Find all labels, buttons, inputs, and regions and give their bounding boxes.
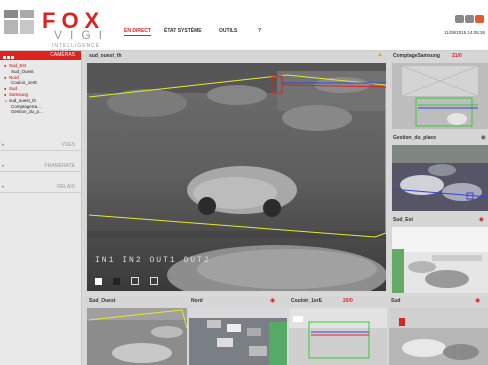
nord-video-feed[interactable]: [189, 308, 287, 365]
cameras-header[interactable]: CAMÉRAS: [0, 51, 81, 60]
top-bar: FOX VIGI INTELLIGENCE VIDEO EN DIRECT ÉT…: [0, 0, 488, 55]
camera-label: Couloir_1erE: [11, 80, 38, 86]
comptage-video-svg: [392, 63, 488, 129]
section-framerate[interactable]: ▸ FRAMERATE: [0, 161, 81, 172]
sidebar-item-gestion[interactable]: Gestion_du_p...: [4, 109, 81, 115]
main-camera-panel: sud_ouest_th ▲ IN1 IN2 OUT1 OUT2: [85, 51, 388, 293]
sud-video-feed[interactable]: [389, 308, 488, 365]
counter-label: IN: [95, 256, 109, 265]
sud-est-title: Sud_Est: [393, 217, 414, 223]
camera-icon: ◉: [478, 217, 484, 223]
minimize-icon[interactable]: [455, 15, 464, 23]
camera-label: Nord: [9, 74, 19, 80]
sud-est-video-svg: [392, 227, 488, 293]
gestion-video-svg: [392, 145, 488, 211]
camera-label: Sud_Est: [9, 63, 27, 68]
cameras-header-label: CAMÉRAS: [50, 52, 75, 58]
couloir-video-feed[interactable]: [289, 308, 387, 365]
counter-boxes: [95, 272, 158, 290]
camera-icon: ◉: [480, 135, 486, 141]
section-framerate-label: FRAMERATE: [44, 163, 75, 169]
brand-sub: VIGI: [54, 28, 111, 42]
comptage-title: ComptageSamsung: [393, 53, 440, 59]
camera-icon: ◉: [475, 298, 481, 304]
sud-title: Sud: [391, 298, 401, 304]
gestion-title: Gestion_du_place: [393, 135, 437, 141]
sidebar: CAMÉRAS ● Sud_Est Sud_Ouest ● Nord Couloir…: [0, 51, 82, 365]
camera-label: Samsung: [9, 91, 29, 97]
comptage-count: 21/0: [452, 53, 462, 59]
counter-label: OUT: [183, 256, 204, 265]
counter-label: IN: [122, 256, 136, 265]
datetime: 11/08/2015 14:05:36: [444, 30, 485, 35]
caret-icon: ▸: [2, 163, 5, 169]
right-column: ComptageSamsung 21/0 Gestion_du_place ◉ …: [390, 51, 488, 293]
sud-ouest-title: Sud_Ouest: [89, 298, 116, 304]
square-icon: [150, 277, 158, 285]
camera-tree: ● Sud_Est Sud_Ouest ● Nord Couloir_1erE ● S…: [0, 60, 81, 115]
nav-help[interactable]: ?: [258, 28, 261, 34]
camera-label: Sud_Ouest: [11, 68, 34, 74]
square-icon: [113, 278, 120, 285]
camera-label: Gestion_du_p...: [11, 109, 43, 115]
camera-icon: ◉: [270, 298, 276, 304]
nord-video-svg: [189, 308, 287, 365]
caret-icon: ▸: [2, 184, 5, 190]
sud-video-svg: [389, 308, 488, 365]
gestion-video-feed[interactable]: [392, 145, 488, 211]
warning-icon: ▲: [377, 52, 383, 58]
close-icon[interactable]: [475, 15, 484, 23]
grid-icon: [3, 54, 15, 63]
maximize-icon[interactable]: [465, 15, 474, 23]
nord-title: Nord: [191, 298, 203, 304]
nav-etat-systeme[interactable]: ÉTAT SYSTÈME: [164, 28, 202, 34]
main-video-feed[interactable]: IN1 IN2 OUT1 OUT2: [87, 63, 386, 291]
section-vues[interactable]: ▸ VUES: [0, 140, 81, 151]
nav-outils[interactable]: OUTILS: [219, 28, 237, 34]
couloir-count: 20/0: [343, 298, 353, 304]
comptage-video-feed[interactable]: [392, 63, 488, 129]
counter-label: OUT: [149, 256, 170, 265]
caret-icon: ▸: [2, 142, 5, 148]
couloir-video-svg: [289, 308, 387, 365]
counter-labels: IN1 IN2 OUT1 OUT2: [95, 256, 211, 265]
window-controls: [454, 10, 484, 28]
camera-label: ComptageSa...: [11, 103, 42, 109]
section-relais-label: RELAIS: [57, 184, 75, 190]
square-icon: [95, 278, 102, 285]
square-icon: [131, 277, 139, 285]
sud-est-video-feed[interactable]: [392, 227, 488, 293]
camera-label: Sud: [9, 86, 18, 92]
camera-label: sud_ouest_th: [9, 97, 37, 103]
section-relais[interactable]: ▸ RELAIS: [0, 182, 81, 193]
main-view-title: sud_ouest_th: [89, 53, 122, 59]
foxvigi-logo: FOX VIGI INTELLIGENCE VIDEO: [4, 10, 116, 55]
nav-en-direct[interactable]: EN DIRECT: [124, 28, 151, 36]
sud-ouest-video-svg: [87, 308, 187, 365]
section-vues-label: VUES: [61, 142, 75, 148]
bottom-row: Sud_Ouest Nord ◉ Couloir_1erE 20/0 Sud ◉: [85, 296, 488, 365]
couloir-title: Couloir_1erE: [291, 298, 323, 304]
sud-ouest-video-feed[interactable]: [87, 308, 187, 365]
logo-mark-icon: [4, 10, 38, 42]
